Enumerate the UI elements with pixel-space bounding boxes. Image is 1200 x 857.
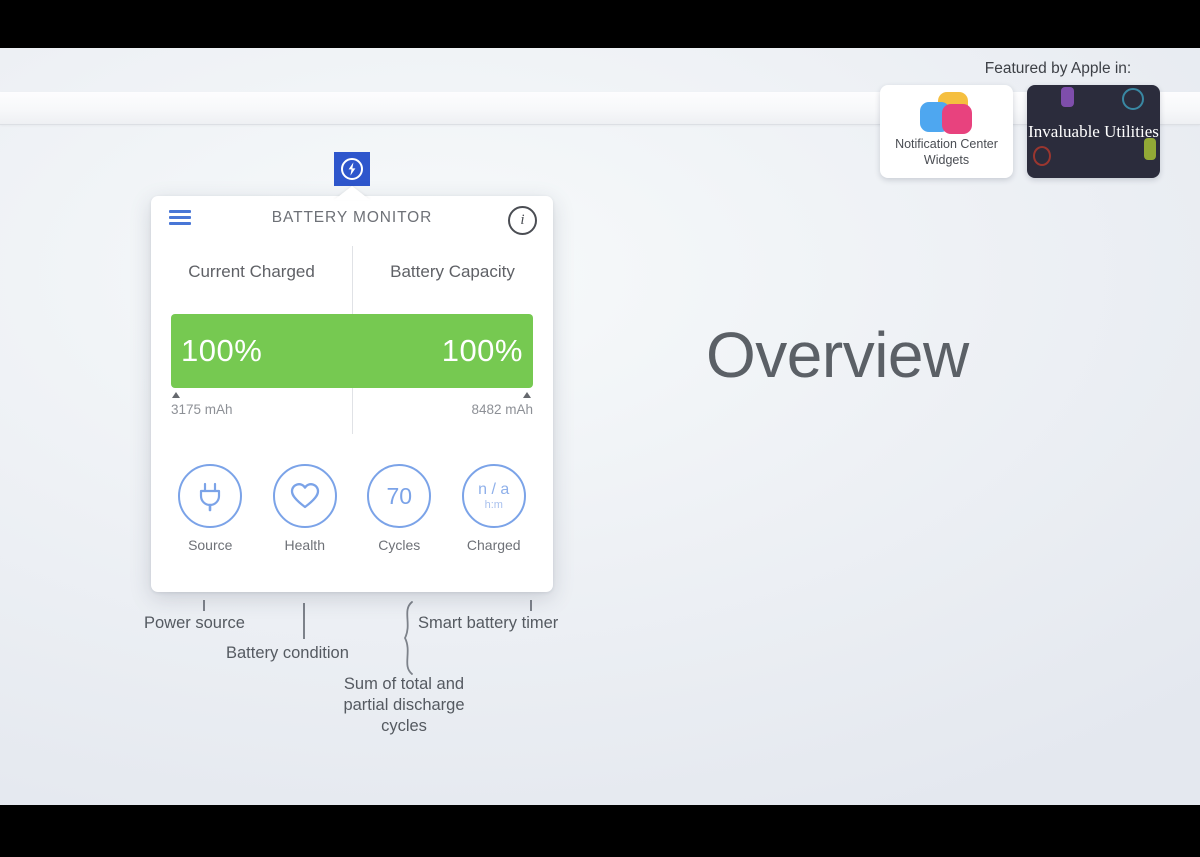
stat-source[interactable]: Source xyxy=(165,464,255,553)
popover-header: BATTERY MONITOR i xyxy=(151,196,553,242)
stat-circle: n / a h:m xyxy=(461,464,526,528)
stat-label: Health xyxy=(284,537,325,553)
deco-icon-1 xyxy=(1061,87,1074,107)
leader-brace-cycles xyxy=(403,601,413,675)
battery-monitor-popover: BATTERY MONITOR i Current Charged Batter… xyxy=(151,196,553,592)
annotation-smart-timer: Smart battery timer xyxy=(418,614,559,632)
stat-charged[interactable]: n / a h:m Charged xyxy=(449,464,539,553)
annotation-cycles-note: Sum of total and partial discharge cycle… xyxy=(343,675,465,736)
marker-icon-left xyxy=(172,392,180,398)
battery-bars: 100% 100% xyxy=(171,314,533,388)
bar-value: 100% xyxy=(181,333,263,368)
marker-icon-right xyxy=(523,392,531,398)
stat-label: Source xyxy=(188,537,233,553)
stat-circle xyxy=(272,464,337,528)
letterbox-top xyxy=(0,0,1200,48)
bar-current-charged: 100% xyxy=(171,314,352,388)
deco-icon-3 xyxy=(1033,146,1051,166)
annotation-power-source: Power source xyxy=(144,614,245,632)
mah-battery-capacity: 8482 mAh xyxy=(471,402,533,417)
column-battery-capacity: Battery Capacity xyxy=(352,262,553,282)
featured-section: Featured by Apple in: Notification Cente… xyxy=(880,60,1180,178)
stat-value-unit: h:m xyxy=(484,498,503,511)
popover-pointer xyxy=(334,186,370,200)
annotation-battery-condition: Battery condition xyxy=(226,644,349,662)
stat-health[interactable]: Health xyxy=(260,464,350,553)
power-plug-icon xyxy=(200,482,221,512)
stat-cycles[interactable]: 70 Cycles xyxy=(354,464,444,553)
badge-title: Invaluable Utilities xyxy=(1028,121,1159,141)
column-labels: Current Charged Battery Capacity xyxy=(151,262,553,282)
mah-row: 3175 mAh 8482 mAh xyxy=(171,392,533,422)
badge-title: Notification Center Widgets xyxy=(895,137,998,167)
stat-value: n / a xyxy=(478,480,510,498)
slide-heading: Overview xyxy=(706,319,969,391)
badge-notification-center-widgets[interactable]: Notification Center Widgets xyxy=(880,85,1013,178)
stat-circle xyxy=(178,464,243,528)
letterbox-bottom xyxy=(0,805,1200,857)
info-icon[interactable]: i xyxy=(508,206,537,235)
menubar-app-icon[interactable] xyxy=(334,152,370,186)
column-current-charged: Current Charged xyxy=(151,262,352,282)
slide-stage: BATTERY MONITOR i Current Charged Batter… xyxy=(0,48,1200,805)
battery-bolt-icon xyxy=(341,158,363,180)
column-label: Current Charged xyxy=(188,262,315,281)
leader-line-power-source xyxy=(203,600,205,611)
page-title: BATTERY MONITOR xyxy=(271,209,433,226)
stat-circle: 70 xyxy=(367,464,432,528)
leader-line-battery-condition xyxy=(303,603,305,639)
deco-icon-2 xyxy=(1122,88,1144,110)
stat-label: Charged xyxy=(466,537,521,553)
app-icons-cluster-icon xyxy=(912,92,982,134)
bar-value: 100% xyxy=(441,333,523,368)
heart-icon xyxy=(290,483,319,509)
featured-label: Featured by Apple in: xyxy=(984,60,1132,77)
mah-current-charged: 3175 mAh xyxy=(171,402,233,417)
stat-value: 70 xyxy=(386,482,413,509)
stats-row: Source Health 70 Cycles n / a h:m Charge… xyxy=(163,464,541,553)
leader-line-smart-timer xyxy=(530,600,532,611)
featured-badges: Notification Center Widgets Invaluable U… xyxy=(880,85,1180,178)
column-label: Battery Capacity xyxy=(390,262,515,281)
badge-invaluable-utilities[interactable]: Invaluable Utilities xyxy=(1027,85,1160,178)
stat-label: Cycles xyxy=(378,537,421,553)
bar-battery-capacity: 100% xyxy=(352,314,533,388)
